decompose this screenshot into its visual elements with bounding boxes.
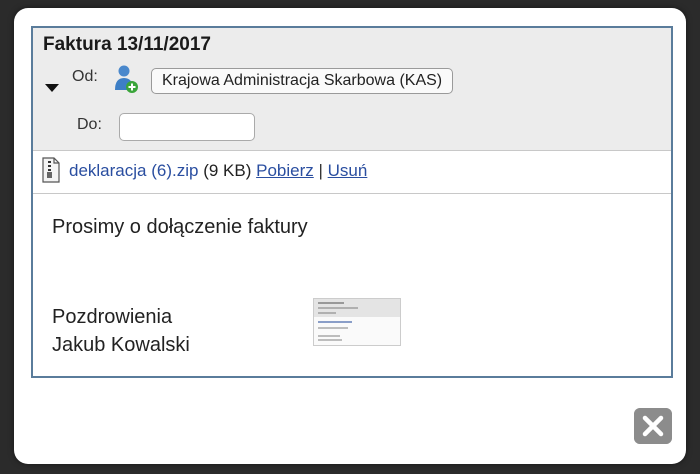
from-label: Od: — [72, 68, 98, 85]
attachment-size: (9 KB) — [203, 161, 252, 180]
to-label: Do: — [77, 116, 102, 133]
recipient-field[interactable] — [119, 113, 255, 141]
sender-field[interactable]: Krajowa Administracja Skarbowa (KAS) — [151, 68, 454, 94]
delete-link[interactable]: Usuń — [328, 161, 368, 180]
email-subject: Faktura 13/11/2017 — [43, 34, 211, 55]
attachment-info: deklaracja (6).zip (9 KB) Pobierz | Usuń — [69, 161, 367, 181]
link-separator: | — [318, 161, 323, 180]
screenshot-thumbnail — [313, 298, 401, 346]
signature-name: Jakub Kowalski — [52, 334, 190, 356]
zip-file-icon — [42, 157, 60, 183]
message-line: Prosimy o dołączenie faktury — [52, 216, 308, 238]
triangle-down-icon[interactable] — [45, 84, 59, 92]
email-header: Faktura 13/11/2017 Od: Krajowa Administr… — [33, 28, 671, 151]
email-preview-dialog: Faktura 13/11/2017 Od: Krajowa Administr… — [14, 8, 686, 464]
email-panel: Faktura 13/11/2017 Od: Krajowa Administr… — [31, 26, 673, 378]
attachment-row: deklaracja (6).zip (9 KB) Pobierz | Usuń — [33, 151, 671, 194]
greeting-text: Pozdrowienia — [52, 306, 173, 328]
contact-add-icon[interactable] — [113, 64, 139, 94]
attachment-filename[interactable]: deklaracja (6).zip — [69, 161, 198, 180]
download-link[interactable]: Pobierz — [256, 161, 314, 180]
close-icon[interactable] — [634, 408, 672, 444]
